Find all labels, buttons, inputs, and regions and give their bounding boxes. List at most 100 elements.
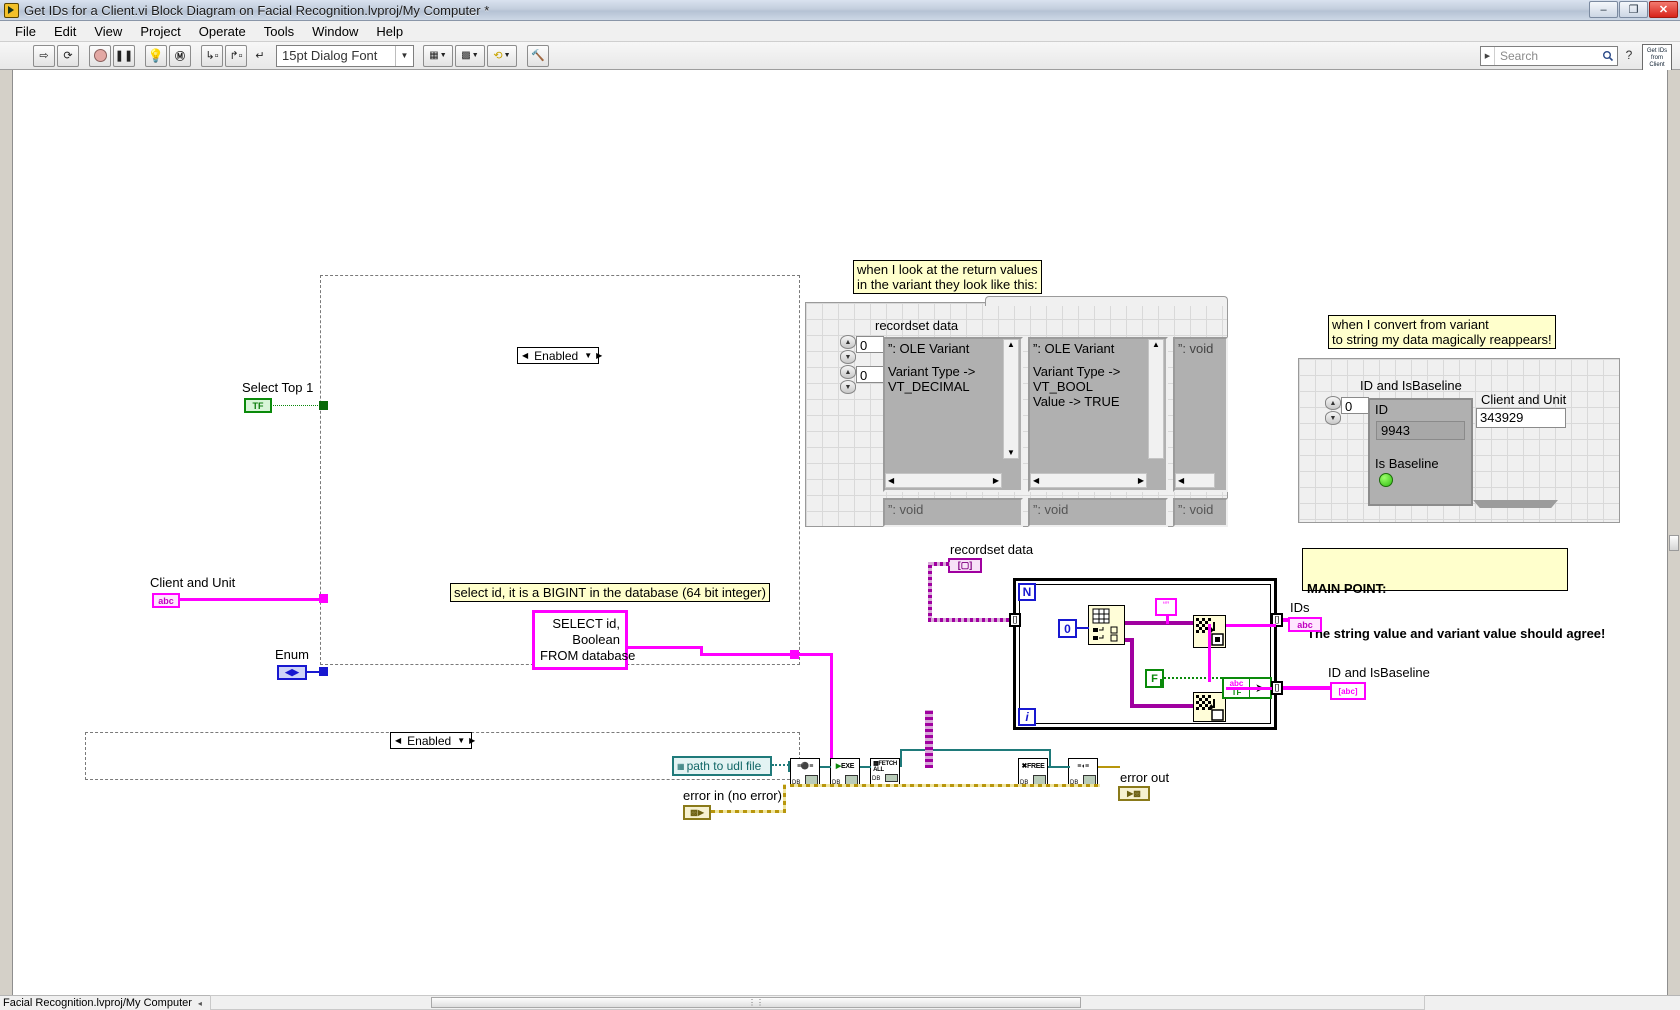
scroll-right-icon-2[interactable]: ▶ [1138,476,1144,485]
recordset-cell-3[interactable]: ”: void [1173,337,1228,492]
run-button[interactable]: ⇨ [33,44,55,67]
client-unit-panel-value[interactable]: 343929 [1476,408,1566,428]
path-to-udl-file-control[interactable]: ▦ path to udl file [672,756,772,776]
scroll-left-icon-2[interactable]: ◀ [1033,476,1039,485]
diagram-disable-case-selector-bottom[interactable]: ◀ Enabled ▼ ▶ [390,732,475,749]
db-tools-open-connection-vi[interactable]: ≡⚫≡ DB [790,758,820,786]
menu-tools[interactable]: Tools [255,22,303,41]
chevron-right-icon-bottom[interactable]: ▶ [467,736,477,745]
menu-edit[interactable]: Edit [45,22,85,41]
for-loop-input-tunnel[interactable]: [] [1009,613,1021,627]
db-tools-execute-query-vi[interactable]: ▶ EXE DB [830,758,860,786]
db-tools-close-connection-vi[interactable]: ≡◖≡ DB [1068,758,1098,786]
search-box[interactable]: ▶ Search [1480,46,1618,66]
recordset-cell-3-hscrollbar[interactable]: ◀ [1175,473,1215,488]
step-into-button[interactable]: ↳▫ [201,44,223,67]
sql-query-constant[interactable]: SELECT id, Boolean FROM database [532,610,635,670]
recordset-row2-cell-2[interactable]: ”: void [1028,498,1168,527]
align-objects-button[interactable]: ▦ ▼ [423,44,453,67]
step-out-button[interactable]: ↵ [249,45,271,67]
recordset-index-spinner-top[interactable]: ▲ ▼ [840,335,856,365]
chevron-left-icon[interactable]: ◀ [520,351,530,360]
statusbar-collapse-icon[interactable]: ◂ [198,999,202,1008]
abort-execution-button[interactable] [89,44,111,67]
spinner-up-icon-2[interactable]: ▲ [840,365,856,379]
chevron-down-icon-case-top[interactable]: ▼ [582,351,594,360]
recordset-cell-1-vscrollbar[interactable]: ▲ ▼ [1003,339,1019,459]
menu-file[interactable]: File [6,22,45,41]
search-input[interactable]: Search [1495,49,1599,63]
client-and-unit-terminal[interactable]: abc [152,593,180,608]
vertical-scroll-thumb[interactable] [1669,535,1679,551]
recordset-cell-2[interactable]: ”: OLE Variant Variant Type -> VT_BOOL V… [1028,337,1168,492]
recordset-cell-1-hscrollbar[interactable]: ◀ ▶ [885,473,1002,488]
recordset-row2-cell-1[interactable]: ”: void [883,498,1023,527]
for-loop-output-tunnel-idbaseline[interactable]: [] [1271,681,1283,695]
menu-project[interactable]: Project [131,22,189,41]
empty-string-constant[interactable]: “” [1155,598,1177,616]
menu-operate[interactable]: Operate [190,22,255,41]
scroll-down-icon-1[interactable]: ▼ [1004,448,1018,457]
highlight-execution-icon[interactable]: 💡 [145,44,167,67]
isbaseline-led[interactable] [1379,473,1393,487]
enum-terminal[interactable]: ◀▶ [277,665,307,680]
recordset-cell-2-hscrollbar[interactable]: ◀ ▶ [1030,473,1147,488]
step-over-button[interactable]: ↱▫ [225,44,247,67]
spinner-down-icon-2[interactable]: ▼ [840,380,856,394]
chevron-down-icon-case-bottom[interactable]: ▼ [455,736,467,745]
block-diagram-canvas[interactable]: ◀ Enabled ▼ ▶ ◀ Enabled ▼ ▶ Select Top 1… [0,70,1680,995]
spinner-down-icon-1[interactable]: ▼ [840,350,856,364]
recordset-data-array-terminal[interactable]: [▢] [948,558,982,573]
error-in-terminal[interactable]: ▩▶ [683,805,711,820]
recordset-index-value-top[interactable]: 0 [856,336,884,353]
window-controls[interactable]: – ❐ ✕ [1589,1,1678,18]
id-isbaseline-indicator-terminal[interactable]: [abc] [1330,682,1366,700]
error-out-terminal[interactable]: ▶▩ [1118,786,1150,801]
id-cluster[interactable]: ID 9943 Is Baseline [1368,398,1473,506]
spinner-up-icon-3[interactable]: ▲ [1325,396,1341,410]
menu-window[interactable]: Window [303,22,367,41]
diagram-disable-case-selector-top[interactable]: ◀ Enabled ▼ ▶ [517,347,602,364]
recordset-index-value-bottom[interactable]: 0 [856,366,884,383]
db-tools-fetch-all-vi[interactable]: ▦FETCH ALL DB [870,758,900,786]
search-scope-icon[interactable]: ▶ [1481,47,1495,65]
scroll-left-icon-3[interactable]: ◀ [1178,476,1184,485]
reorder-objects-button[interactable]: ⟲ ▼ [487,44,517,67]
index-array-node[interactable] [1088,605,1125,645]
horizontal-scroll-thumb[interactable]: ⋮⋮ [431,997,1081,1008]
search-icon[interactable] [1599,50,1617,62]
chevron-down-icon[interactable]: ▼ [395,45,413,66]
scroll-up-icon-1[interactable]: ▲ [1004,340,1018,349]
id-index-spinner[interactable]: ▲ ▼ [1325,396,1341,426]
diagram-disable-structure-top[interactable] [320,275,800,665]
select-top1-terminal[interactable]: TF [244,398,272,413]
spinner-down-icon-3[interactable]: ▼ [1325,411,1341,425]
run-continuously-button[interactable]: ⟳ [57,44,79,67]
chevron-left-icon-bottom[interactable]: ◀ [393,736,403,745]
font-selector[interactable]: 15pt Dialog Font ▼ [276,44,414,67]
id-field-value[interactable]: 9943 [1376,421,1465,440]
close-button[interactable]: ✕ [1649,1,1678,18]
for-loop-count-terminal[interactable]: N [1018,583,1036,601]
minimize-button[interactable]: – [1589,1,1618,18]
chevron-right-icon[interactable]: ▶ [594,351,604,360]
canvas-vertical-scrollbar[interactable] [1667,70,1680,995]
menu-view[interactable]: View [85,22,131,41]
id-index-value[interactable]: 0 [1341,397,1369,414]
pause-button[interactable]: ❚❚ [113,44,135,67]
menu-help[interactable]: Help [367,22,412,41]
scroll-up-icon-2[interactable]: ▲ [1149,340,1163,349]
index-constant-zero[interactable]: 0 [1058,619,1077,638]
retain-wire-values-button[interactable]: Ⓜ [169,44,191,67]
recordset-cell-1[interactable]: ”: OLE Variant Variant Type -> VT_DECIMA… [883,337,1023,492]
context-help-button[interactable]: ? [1622,48,1636,64]
db-tools-free-object-vi[interactable]: ✖FREE DB [1018,758,1048,786]
recordset-index-spinner-bottom[interactable]: ▲ ▼ [840,365,856,395]
maximize-button[interactable]: ❐ [1619,1,1648,18]
recordset-row2-cell-3[interactable]: ”: void [1173,498,1228,527]
distribute-objects-button[interactable]: ▩ ▼ [455,44,485,67]
scroll-right-icon-1[interactable]: ▶ [993,476,999,485]
ids-indicator-terminal[interactable]: abc [1288,617,1322,632]
canvas-horizontal-scrollbar[interactable]: ⋮⋮ [210,995,1425,1010]
cleanup-diagram-button[interactable]: 🔨 [527,44,549,67]
